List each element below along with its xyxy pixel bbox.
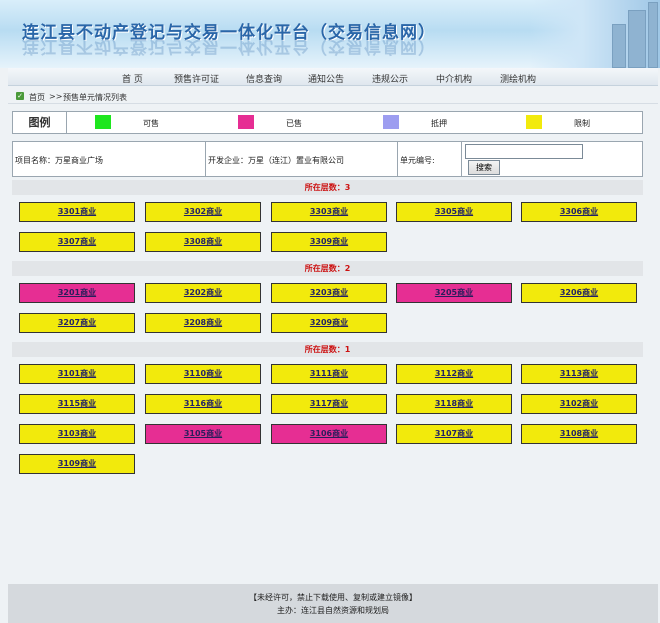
unit-link[interactable]: 3106商业 bbox=[271, 424, 387, 444]
unit-link[interactable]: 3110商业 bbox=[145, 364, 261, 384]
building-decoration bbox=[628, 10, 646, 68]
project-name: 项目名称：万星商业广场 bbox=[15, 156, 103, 165]
unit-link[interactable]: 3112商业 bbox=[396, 364, 512, 384]
checkbox-icon: ✓ bbox=[16, 92, 24, 100]
unit-link[interactable]: 3102商业 bbox=[521, 394, 637, 414]
unit-link[interactable]: 3207商业 bbox=[19, 313, 135, 333]
building-decoration bbox=[648, 2, 658, 68]
nav-item-violations[interactable]: 违规公示 bbox=[372, 72, 408, 85]
unit-link[interactable]: 3209商业 bbox=[271, 313, 387, 333]
legend-label-available: 可售 bbox=[143, 119, 159, 128]
unit-link[interactable]: 3103商业 bbox=[19, 424, 135, 444]
unit-link[interactable]: 3109商业 bbox=[19, 454, 135, 474]
unit-link[interactable]: 3203商业 bbox=[271, 283, 387, 303]
unit-link[interactable]: 3309商业 bbox=[271, 232, 387, 252]
unit-link[interactable]: 3308商业 bbox=[145, 232, 261, 252]
status-legend: 图例 可售 已售 抵押 限制 bbox=[12, 111, 643, 134]
legend-title: 图例 bbox=[13, 112, 67, 133]
nav-item-info-query[interactable]: 信息查询 bbox=[246, 72, 282, 85]
unit-link[interactable]: 3116商业 bbox=[145, 394, 261, 414]
legend-swatch-sold bbox=[238, 115, 254, 129]
developer-cell: 开发企业：万星（连江）置业有限公司 bbox=[206, 142, 398, 176]
unit-link[interactable]: 3305商业 bbox=[396, 202, 512, 222]
legend-label-mortgaged: 抵押 bbox=[431, 119, 447, 128]
nav-item-agencies[interactable]: 中介机构 bbox=[436, 72, 472, 85]
nav-item-survey-agencies[interactable]: 测绘机构 bbox=[500, 72, 536, 85]
legend-swatch-restricted bbox=[526, 115, 542, 129]
unit-link[interactable]: 3117商业 bbox=[271, 394, 387, 414]
legend-swatch-available bbox=[95, 115, 111, 129]
unit-link[interactable]: 3101商业 bbox=[19, 364, 135, 384]
unit-number-label: 单元编号: bbox=[400, 156, 435, 165]
unit-link[interactable]: 3113商业 bbox=[521, 364, 637, 384]
page-footer: 【未经许可，禁止下载使用、复制或建立镜像】 主办：连江县自然资源和规划局 bbox=[8, 584, 658, 623]
unit-link[interactable]: 3105商业 bbox=[145, 424, 261, 444]
site-banner: 连江县不动产登记与交易一体化平台（交易信息网） 连江县不动产登记与交易一体化平台… bbox=[0, 0, 660, 68]
unit-link[interactable]: 3306商业 bbox=[521, 202, 637, 222]
unit-link[interactable]: 3118商业 bbox=[396, 394, 512, 414]
site-title-reflection: 连江县不动产登记与交易一体化平台（交易信息网） bbox=[22, 36, 436, 56]
project-name-cell: 项目名称：万星商业广场 bbox=[13, 142, 206, 176]
unit-link[interactable]: 3205商业 bbox=[396, 283, 512, 303]
main-nav: 首 页 预售许可证 信息查询 通知公告 违规公示 中介机构 测绘机构 bbox=[8, 68, 658, 86]
legend-label-restricted: 限制 bbox=[574, 119, 590, 128]
unit-link[interactable]: 3208商业 bbox=[145, 313, 261, 333]
floor-header: 所在层数：2 bbox=[12, 261, 643, 276]
unit-link[interactable]: 3302商业 bbox=[145, 202, 261, 222]
nav-item-presale-license[interactable]: 预售许可证 bbox=[174, 72, 219, 85]
unit-link[interactable]: 3202商业 bbox=[145, 283, 261, 303]
unit-link[interactable]: 3111商业 bbox=[271, 364, 387, 384]
legend-swatch-mortgaged bbox=[383, 115, 399, 129]
unit-link[interactable]: 3115商业 bbox=[19, 394, 135, 414]
unit-link[interactable]: 3201商业 bbox=[19, 283, 135, 303]
breadcrumb: ✓ 首页 >> 预售单元情况列表 bbox=[8, 88, 658, 104]
legend-label-sold: 已售 bbox=[286, 119, 302, 128]
unit-link[interactable]: 3108商业 bbox=[521, 424, 637, 444]
building-decoration bbox=[612, 24, 626, 68]
copyright-notice: 【未经许可，禁止下载使用、复制或建立镜像】 bbox=[249, 593, 417, 602]
breadcrumb-separator: >> bbox=[49, 92, 63, 101]
project-info-row: 项目名称：万星商业广场 开发企业：万星（连江）置业有限公司 单元编号: 搜索 bbox=[12, 141, 643, 177]
floor-header: 所在层数：1 bbox=[12, 342, 643, 357]
search-button[interactable]: 搜索 bbox=[468, 160, 500, 175]
unit-link[interactable]: 3303商业 bbox=[271, 202, 387, 222]
unit-link[interactable]: 3206商业 bbox=[521, 283, 637, 303]
nav-item-notices[interactable]: 通知公告 bbox=[308, 72, 344, 85]
developer-name: 开发企业：万星（连江）置业有限公司 bbox=[208, 156, 344, 165]
organizer-line: 主办：连江县自然资源和规划局 bbox=[277, 606, 389, 615]
floor-header: 所在层数：3 bbox=[12, 180, 643, 195]
breadcrumb-current: 预售单元情况列表 bbox=[63, 93, 127, 102]
breadcrumb-home[interactable]: 首页 bbox=[29, 92, 45, 103]
unit-link[interactable]: 3107商业 bbox=[396, 424, 512, 444]
unit-number-input[interactable] bbox=[465, 144, 583, 159]
unit-link[interactable]: 3301商业 bbox=[19, 202, 135, 222]
nav-item-home[interactable]: 首 页 bbox=[122, 72, 143, 85]
unit-link[interactable]: 3307商业 bbox=[19, 232, 135, 252]
unit-number-label-cell: 单元编号: bbox=[398, 142, 462, 176]
